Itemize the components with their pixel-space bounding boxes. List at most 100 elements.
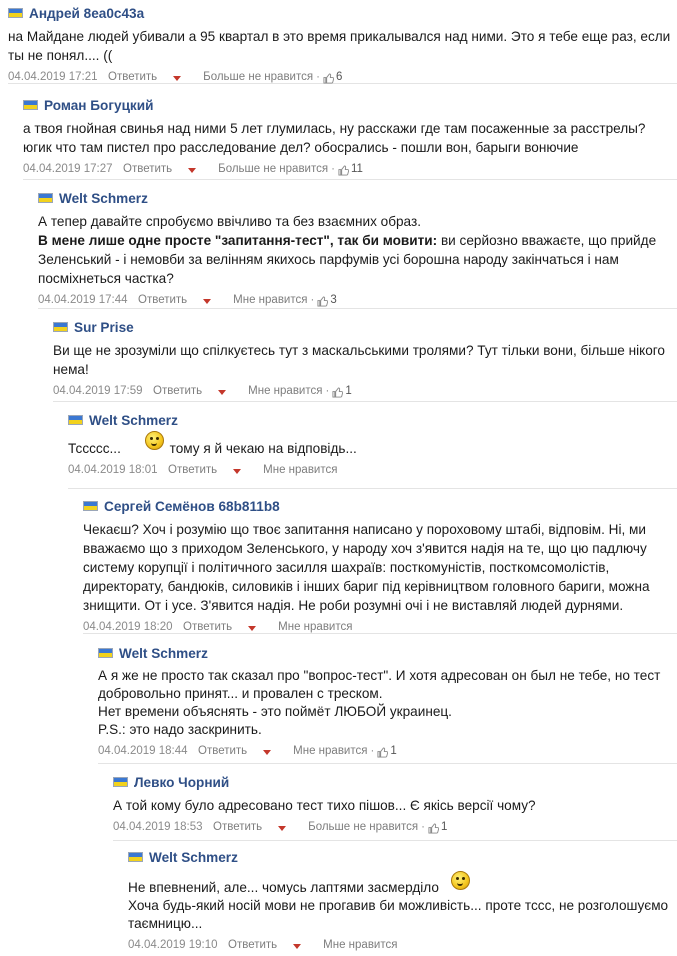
thumbs-up-icon	[377, 746, 389, 758]
thumbs-up-icon	[317, 295, 329, 307]
comment-text: А той кому було адресовано тест тихо піш…	[113, 798, 536, 813]
separator-dot: ·	[421, 821, 425, 833]
comment-text: Не впевнений, але... чомусь лаптями засм…	[128, 871, 671, 933]
like-count: 1	[390, 745, 397, 757]
reply-link[interactable]: Ответить	[153, 385, 202, 397]
caret-down-icon[interactable]	[278, 825, 287, 831]
caret-down-icon[interactable]	[218, 389, 227, 395]
like-toggle[interactable]: Больше не нравится	[203, 71, 313, 83]
comment-meta: 04.04.2019 18:01 Ответить Мне нравится	[68, 462, 671, 478]
reply-link[interactable]: Ответить	[168, 464, 217, 476]
caret-down-icon[interactable]	[203, 298, 212, 304]
comment-meta: 04.04.2019 18:44 Ответить Мне нравится ·…	[98, 743, 671, 759]
comment-date: 04.04.2019 18:01	[68, 464, 158, 476]
separator-dot: ·	[370, 745, 375, 757]
comment-meta: 04.04.2019 18:53 Ответить Больше не нрав…	[113, 819, 671, 835]
ukraine-flag-icon	[128, 852, 143, 862]
like-toggle[interactable]: Мне нравится	[248, 385, 322, 397]
comment-text: Тссссс... тому я й чекаю на відповідь...	[68, 431, 671, 458]
reply-link[interactable]: Ответить	[108, 71, 157, 83]
comment: Welt Schmerz А я же не просто так сказал…	[98, 644, 677, 764]
reply-link[interactable]: Ответить	[213, 821, 262, 833]
comment-author[interactable]: Sur Prise	[74, 320, 134, 335]
like-toggle[interactable]: Больше не нравится	[218, 163, 328, 175]
comment-author[interactable]: Welt Schmerz	[89, 413, 178, 428]
separator-dot: ·	[310, 294, 315, 306]
reply-link[interactable]: Ответить	[123, 163, 172, 175]
like-count: 3	[330, 294, 337, 306]
comment-author[interactable]: Левко Чорний	[134, 775, 229, 790]
thumbs-up-icon	[338, 164, 349, 176]
comment: Welt Schmerz Не впевнений, але... чомусь…	[128, 848, 677, 954]
like-toggle[interactable]: Мне нравится	[323, 939, 397, 951]
comment-text: на Майдане людей убивали а 95 квартал в …	[8, 29, 671, 63]
like-count: 1	[345, 385, 352, 397]
comment-date: 04.04.2019 18:44	[98, 745, 188, 757]
separator-dot: ·	[331, 163, 335, 175]
like-toggle[interactable]: Мне нравится	[233, 294, 307, 306]
comment-text: а твоя гнойная свинья над ними 5 лет глу…	[23, 121, 646, 155]
ukraine-flag-icon	[98, 648, 113, 658]
comment-date: 04.04.2019 18:20	[83, 621, 173, 633]
comment-author[interactable]: Welt Schmerz	[59, 191, 148, 206]
ukraine-flag-icon	[83, 501, 98, 511]
comment: Роман Богуцкий а твоя гнойная свинья над…	[23, 96, 677, 180]
comment: Андрей 8ea0c43a на Майдане людей убивали…	[8, 4, 677, 84]
caret-down-icon[interactable]	[248, 625, 257, 631]
thumbs-up-icon	[323, 72, 334, 84]
smiley-wink-icon	[450, 871, 470, 890]
comment-author[interactable]: Андрей 8ea0c43a	[29, 6, 144, 21]
like-count: 6	[335, 71, 343, 83]
comment-meta: 04.04.2019 17:21 Ответить Больше не нрав…	[8, 69, 671, 85]
comment: Левко Чорний А той кому було адресовано …	[113, 773, 677, 841]
ukraine-flag-icon	[38, 193, 53, 203]
caret-down-icon[interactable]	[173, 75, 182, 81]
comment-meta: 04.04.2019 17:59 Ответить Мне нравится ·…	[53, 383, 671, 399]
like-count: 11	[350, 163, 363, 175]
comment-author[interactable]: Роман Богуцкий	[44, 98, 153, 113]
reply-link[interactable]: Ответить	[198, 745, 247, 757]
comment-date: 04.04.2019 18:53	[113, 821, 203, 833]
comment-text: А я же не просто так сказал про "вопрос-…	[98, 668, 661, 737]
comment-meta: 04.04.2019 19:10 Ответить Мне нравится	[128, 937, 671, 953]
comment-meta: 04.04.2019 18:20 Ответить Мне нравится	[83, 619, 671, 635]
thumbs-up-icon	[332, 386, 344, 398]
reply-link[interactable]: Ответить	[183, 621, 232, 633]
caret-down-icon[interactable]	[233, 468, 242, 474]
ukraine-flag-icon	[53, 322, 68, 332]
comment-text: А тепер давайте спробуємо ввічливо та бе…	[38, 214, 657, 286]
like-toggle[interactable]: Больше не нравится	[308, 821, 418, 833]
comment-author[interactable]: Welt Schmerz	[119, 646, 208, 661]
caret-down-icon[interactable]	[293, 943, 302, 949]
ukraine-flag-icon	[68, 415, 83, 425]
comment: Welt Schmerz А тепер давайте спробуємо в…	[38, 189, 677, 309]
ukraine-flag-icon	[23, 100, 38, 110]
ukraine-flag-icon	[8, 8, 23, 18]
caret-down-icon[interactable]	[188, 167, 197, 173]
comment: Sur Prise Ви ще не зрозуміли що спілкуєт…	[53, 318, 677, 402]
comment-text: Чекаєш? Хоч і розумію що твоє запитання …	[83, 522, 650, 613]
like-count: 1	[440, 821, 448, 833]
comment-date: 04.04.2019 19:10	[128, 939, 218, 951]
comment-date: 04.04.2019 17:59	[53, 385, 143, 397]
comment-date: 04.04.2019 17:27	[23, 163, 113, 175]
comment-author[interactable]: Welt Schmerz	[149, 850, 238, 865]
comment-meta: 04.04.2019 17:27 Ответить Больше не нрав…	[23, 161, 671, 177]
caret-down-icon[interactable]	[263, 749, 272, 755]
smiley-laugh-icon	[144, 431, 164, 450]
comment-author[interactable]: Сергей Семёнов 68b811b8	[104, 499, 280, 514]
like-toggle[interactable]: Мне нравится	[293, 745, 367, 757]
comment-meta: 04.04.2019 17:44 Ответить Мне нравится ·…	[38, 292, 671, 308]
separator-dot: ·	[316, 71, 320, 83]
reply-link[interactable]: Ответить	[138, 294, 187, 306]
reply-link[interactable]: Ответить	[228, 939, 277, 951]
comment-text: Ви ще не зрозуміли що спілкуєтесь тут з …	[53, 343, 665, 377]
thumbs-up-icon	[428, 822, 439, 834]
comment-date: 04.04.2019 17:44	[38, 294, 128, 306]
ukraine-flag-icon	[113, 777, 128, 787]
comment-date: 04.04.2019 17:21	[8, 71, 98, 83]
comment: Welt Schmerz Тссссс... тому я й чекаю на…	[68, 411, 677, 489]
like-toggle[interactable]: Мне нравится	[278, 621, 352, 633]
separator-dot: ·	[325, 385, 330, 397]
like-toggle[interactable]: Мне нравится	[263, 464, 337, 476]
